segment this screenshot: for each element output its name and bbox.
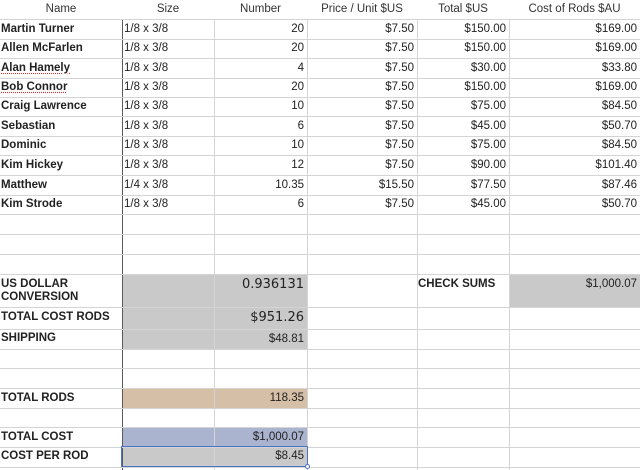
- name-cell[interactable]: Craig Lawrence: [0, 97, 122, 116]
- size-cell[interactable]: 1/8 x 3/8: [122, 97, 214, 116]
- size-cell[interactable]: 1/8 x 3/8: [122, 39, 214, 58]
- total-cell[interactable]: $30.00: [417, 58, 509, 78]
- number-cell[interactable]: 20: [214, 19, 307, 39]
- price-cell[interactable]: $7.50: [307, 58, 417, 78]
- total-cell[interactable]: $75.00: [417, 97, 509, 116]
- name-cell[interactable]: Martin Turner: [0, 19, 122, 39]
- price-cell[interactable]: $7.50: [307, 155, 417, 175]
- cost-cell[interactable]: $33.80: [509, 58, 640, 78]
- number-cell[interactable]: 4: [214, 58, 307, 78]
- total-cell[interactable]: $90.00: [417, 155, 509, 175]
- column-header-size[interactable]: Size: [122, 0, 214, 19]
- cost-cell[interactable]: $84.50: [509, 136, 640, 155]
- price-cell[interactable]: $7.50: [307, 97, 417, 116]
- shipping-label[interactable]: SHIPPING: [0, 329, 122, 348]
- number-cell[interactable]: 10: [214, 136, 307, 155]
- cost-per-rod-label[interactable]: COST PER ROD: [0, 447, 122, 466]
- check-sums-value[interactable]: $1,000.07: [509, 274, 640, 294]
- size-cell[interactable]: 1/8 x 3/8: [122, 195, 214, 214]
- row-divider: [0, 368, 640, 369]
- total-cost-value[interactable]: $1,000.07: [214, 427, 307, 447]
- check-sums-label[interactable]: CHECK SUMS: [417, 274, 509, 294]
- name-cell[interactable]: Kim Hickey: [0, 155, 122, 175]
- selection-handle[interactable]: [305, 464, 310, 469]
- name-cell[interactable]: Alan Hamely: [0, 58, 122, 78]
- number-cell[interactable]: 10.35: [214, 175, 307, 195]
- cell-selection[interactable]: [121, 446, 308, 467]
- total-cost-rods-value[interactable]: $951.26: [214, 307, 307, 329]
- total-cell[interactable]: $150.00: [417, 19, 509, 39]
- number-cell[interactable]: 20: [214, 78, 307, 97]
- column-header-number[interactable]: Number: [214, 0, 307, 19]
- row-divider: [0, 467, 640, 468]
- price-cell[interactable]: $7.50: [307, 19, 417, 39]
- total-cell[interactable]: $45.00: [417, 116, 509, 136]
- total-cell[interactable]: $75.00: [417, 136, 509, 155]
- total-cell[interactable]: $150.00: [417, 39, 509, 58]
- price-cell[interactable]: $7.50: [307, 136, 417, 155]
- name-cell[interactable]: Matthew: [0, 175, 122, 195]
- total-cell[interactable]: $45.00: [417, 195, 509, 214]
- cost-cell[interactable]: $101.40: [509, 155, 640, 175]
- number-cell[interactable]: 20: [214, 39, 307, 58]
- cost-cell[interactable]: $169.00: [509, 78, 640, 97]
- number-cell[interactable]: 6: [214, 195, 307, 214]
- row-divider: [0, 349, 640, 350]
- name-cell[interactable]: Bob Connor: [0, 78, 122, 97]
- total-cost-label[interactable]: TOTAL COST: [0, 427, 122, 447]
- size-cell[interactable]: 1/8 x 3/8: [122, 155, 214, 175]
- size-cell[interactable]: 1/8 x 3/8: [122, 58, 214, 78]
- name-cell[interactable]: Sebastian: [0, 116, 122, 136]
- row-divider: [0, 214, 640, 215]
- size-cell[interactable]: 1/4 x 3/8: [122, 175, 214, 195]
- column-header-price[interactable]: Price / Unit $US: [307, 0, 417, 19]
- price-cell[interactable]: $7.50: [307, 116, 417, 136]
- number-cell[interactable]: 12: [214, 155, 307, 175]
- name-cell[interactable]: Allen McFarlen: [0, 39, 122, 58]
- total-rods-label[interactable]: TOTAL RODS: [0, 388, 122, 408]
- price-cell[interactable]: $15.50: [307, 175, 417, 195]
- spreadsheet[interactable]: Name Size Number Price / Unit $US Total …: [0, 0, 640, 470]
- total-rods-value[interactable]: 118.35: [214, 388, 307, 408]
- name-cell[interactable]: Kim Strode: [0, 195, 122, 214]
- row-divider: [0, 234, 640, 235]
- cost-cell[interactable]: $84.50: [509, 97, 640, 116]
- column-header-total[interactable]: Total $US: [417, 0, 509, 19]
- row-divider: [0, 408, 640, 409]
- number-cell[interactable]: 6: [214, 116, 307, 136]
- column-header-cost[interactable]: Cost of Rods $AU: [509, 0, 640, 19]
- size-cell[interactable]: 1/8 x 3/8: [122, 136, 214, 155]
- shipping-value[interactable]: $48.81: [214, 329, 307, 349]
- cost-cell[interactable]: $169.00: [509, 39, 640, 58]
- price-cell[interactable]: $7.50: [307, 195, 417, 214]
- price-cell[interactable]: $7.50: [307, 78, 417, 97]
- name-cell[interactable]: Dominic: [0, 136, 122, 155]
- price-cell[interactable]: $7.50: [307, 39, 417, 58]
- row-divider: [0, 254, 640, 255]
- total-cell[interactable]: $150.00: [417, 78, 509, 97]
- total-cell[interactable]: $77.50: [417, 175, 509, 195]
- size-cell[interactable]: 1/8 x 3/8: [122, 116, 214, 136]
- size-cell[interactable]: 1/8 x 3/8: [122, 78, 214, 97]
- cost-cell[interactable]: $50.70: [509, 195, 640, 214]
- cost-cell[interactable]: $169.00: [509, 19, 640, 39]
- number-cell[interactable]: 10: [214, 97, 307, 116]
- cost-cell[interactable]: $87.46: [509, 175, 640, 195]
- size-cell[interactable]: 1/8 x 3/8: [122, 19, 214, 39]
- conversion-label[interactable]: US DOLLAR CONVERSION: [0, 274, 122, 307]
- total-cost-rods-label[interactable]: TOTAL COST RODS: [0, 307, 122, 327]
- cost-cell[interactable]: $50.70: [509, 116, 640, 136]
- conversion-value[interactable]: 0.936131: [214, 274, 307, 296]
- column-header-name[interactable]: Name: [0, 0, 122, 19]
